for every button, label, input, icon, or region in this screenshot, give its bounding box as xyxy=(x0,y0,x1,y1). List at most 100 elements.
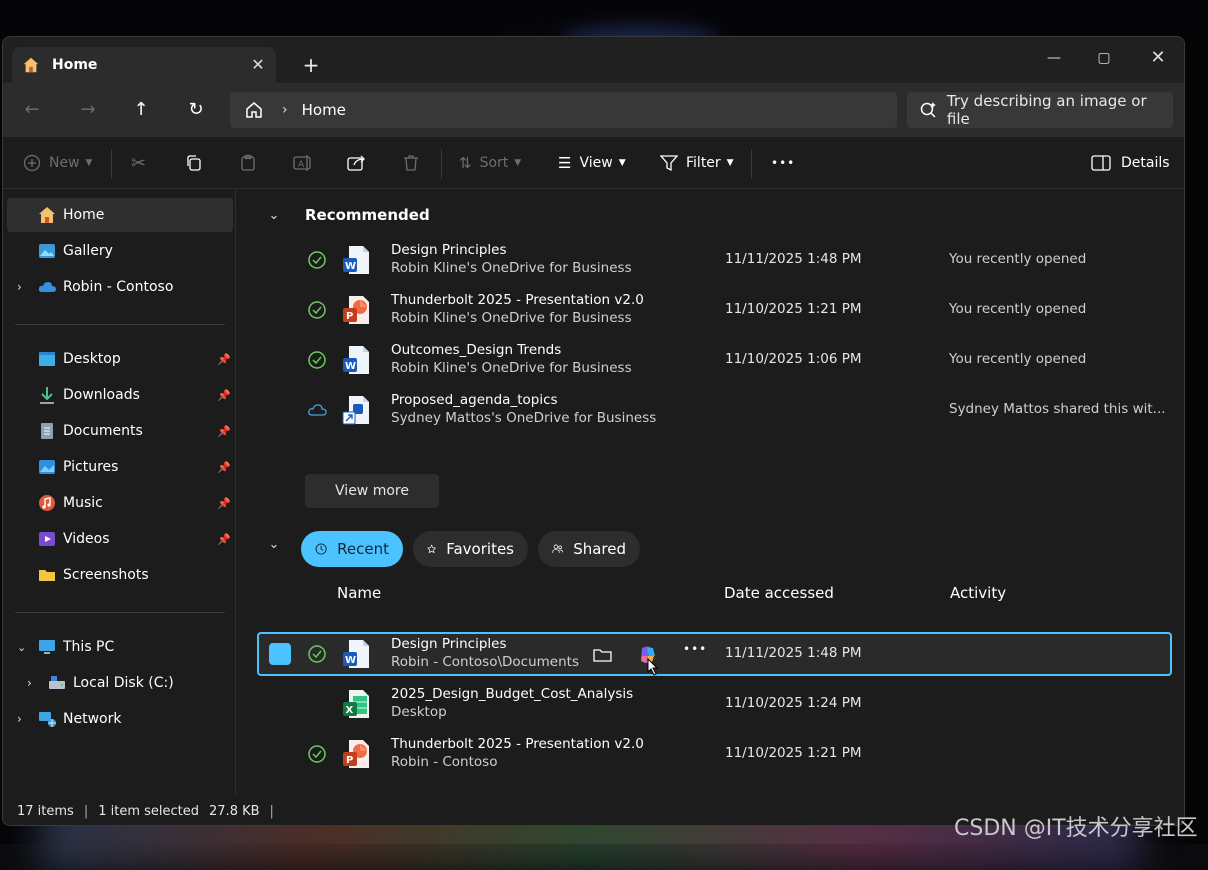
folder-icon xyxy=(39,570,55,581)
svg-text:W: W xyxy=(345,361,356,372)
item-count: 17 items xyxy=(17,803,74,819)
chevron-right-icon[interactable]: › xyxy=(17,280,22,294)
close-window-button[interactable]: ✕ xyxy=(1135,43,1181,73)
svg-text:W: W xyxy=(345,261,356,272)
pin-icon[interactable]: 📌 xyxy=(217,533,231,546)
open-folder-location-icon[interactable] xyxy=(592,644,614,666)
file-date: 11/10/2025 1:21 PM xyxy=(725,301,862,317)
share-icon[interactable] xyxy=(347,137,367,189)
delete-icon[interactable] xyxy=(403,137,419,189)
sidebar-item-screenshots[interactable]: Screenshots xyxy=(7,558,233,592)
documents-icon xyxy=(41,423,53,439)
chevron-right-icon[interactable]: › xyxy=(17,712,22,726)
selection-size: 27.8 KB xyxy=(209,803,260,819)
tab-recent[interactable]: Recent xyxy=(301,531,403,567)
recommended-row[interactable]: W Outcomes_Design Trends Robin Kline's O… xyxy=(237,336,1184,386)
sidebar-item-label: This PC xyxy=(63,639,115,655)
new-tab-button[interactable]: + xyxy=(299,53,323,77)
sidebar-item-this-pc[interactable]: ⌄ This PC xyxy=(7,630,233,664)
tab-shared[interactable]: Shared xyxy=(538,531,640,567)
sidebar-item-desktop[interactable]: Desktop 📌 xyxy=(7,342,233,376)
file-activity: You recently opened xyxy=(949,251,1087,267)
column-header-activity[interactable]: Activity xyxy=(950,584,1006,602)
pin-icon[interactable]: 📌 xyxy=(217,425,231,438)
file-explorer-window: Home ✕ + — ▢ ✕ ← → ↑ ↻ › Home Try descri… xyxy=(2,36,1185,826)
chevron-right-icon[interactable]: › xyxy=(27,676,32,690)
sidebar-item-music[interactable]: Music 📌 xyxy=(7,486,233,520)
chevron-down-icon[interactable]: ⌄ xyxy=(17,641,26,654)
recommended-section-header[interactable]: ⌄ Recommended xyxy=(237,206,430,224)
sort-button[interactable]: ⇅ Sort ▼ xyxy=(459,137,521,189)
file-date: 11/11/2025 1:48 PM xyxy=(725,251,862,267)
pin-icon[interactable]: 📌 xyxy=(217,389,231,402)
paste-icon[interactable] xyxy=(239,137,257,189)
word-file-icon: W xyxy=(343,640,369,668)
sidebar-item-gallery[interactable]: Gallery xyxy=(7,234,233,268)
download-arrow-icon xyxy=(40,387,54,404)
sidebar-item-label: Local Disk (C:) xyxy=(73,675,174,691)
pin-icon[interactable]: 📌 xyxy=(217,353,231,366)
close-tab-icon[interactable]: ✕ xyxy=(248,55,268,75)
view-button[interactable]: ☰ View ▼ xyxy=(558,137,626,189)
tab-home[interactable]: Home ✕ xyxy=(12,47,276,83)
sidebar-item-local-disk[interactable]: › Local Disk (C:) xyxy=(7,666,233,700)
column-header-name[interactable]: Name xyxy=(337,584,381,602)
gallery-icon xyxy=(39,244,55,258)
maximize-button[interactable]: ▢ xyxy=(1081,43,1127,73)
file-location: Robin Kline's OneDrive for Business xyxy=(391,360,632,376)
sidebar-item-onedrive[interactable]: › Robin - Contoso xyxy=(7,270,233,304)
people-icon xyxy=(552,544,563,553)
file-activity: Sydney Mattos shared this wit... xyxy=(949,401,1166,417)
home-icon xyxy=(39,207,55,223)
sidebar-item-downloads[interactable]: Downloads 📌 xyxy=(7,378,233,412)
sidebar-item-videos[interactable]: Videos 📌 xyxy=(7,522,233,556)
file-date: 11/10/2025 1:21 PM xyxy=(725,745,862,761)
synced-check-icon xyxy=(308,301,326,319)
back-arrow-icon[interactable]: ← xyxy=(17,95,47,125)
details-pane-icon xyxy=(1091,155,1111,171)
forward-arrow-icon[interactable]: → xyxy=(73,95,103,125)
toolbar-divider xyxy=(751,149,752,179)
pin-icon[interactable]: 📌 xyxy=(217,461,231,474)
sidebar-item-pictures[interactable]: Pictures 📌 xyxy=(7,450,233,484)
tab-label: Favorites xyxy=(446,540,514,558)
sidebar-item-home[interactable]: Home xyxy=(7,198,233,232)
toolbar-divider xyxy=(111,149,112,179)
breadcrumb[interactable]: › Home xyxy=(230,92,897,128)
selection-count: 1 item selected xyxy=(98,803,200,819)
chevron-down-icon[interactable]: ⌄ xyxy=(259,537,289,552)
minimize-button[interactable]: — xyxy=(1031,43,1077,73)
chevron-down-icon[interactable]: ⌄ xyxy=(259,208,289,223)
breadcrumb-home-icon[interactable] xyxy=(244,100,264,120)
up-arrow-icon[interactable]: ↑ xyxy=(126,95,156,125)
command-bar: New ▼ ✂ A ⇅ Sort ▼ ☰ View ▼ Filter ▼ ••• Det… xyxy=(3,137,1184,189)
more-options-button[interactable]: ••• xyxy=(771,137,795,189)
new-button[interactable]: New ▼ xyxy=(23,137,92,189)
pin-icon[interactable]: 📌 xyxy=(217,497,231,510)
cut-icon[interactable]: ✂ xyxy=(131,137,146,189)
recent-row[interactable]: W Design Principles Robin - Contoso\Docu… xyxy=(237,630,1184,680)
details-button[interactable]: Details xyxy=(1091,137,1170,189)
view-more-button[interactable]: View more xyxy=(305,474,439,508)
filter-button[interactable]: Filter ▼ xyxy=(660,137,734,189)
recent-row[interactable]: X 2025_Design_Budget_Cost_Analysis Deskt… xyxy=(237,680,1184,730)
file-date: 11/11/2025 1:48 PM xyxy=(725,645,862,661)
file-name: 2025_Design_Budget_Cost_Analysis xyxy=(391,686,634,702)
recent-section-toggle[interactable]: ⌄ xyxy=(237,537,289,552)
sidebar-item-network[interactable]: › Network xyxy=(7,702,233,736)
rename-icon[interactable]: A xyxy=(293,137,313,189)
refresh-icon[interactable]: ↻ xyxy=(181,95,211,125)
search-box[interactable]: Try describing an image or file xyxy=(907,92,1173,128)
breadcrumb-current[interactable]: Home xyxy=(302,101,346,119)
tab-favorites[interactable]: Favorites xyxy=(413,531,528,567)
recommended-row[interactable]: W Design Principles Robin Kline's OneDri… xyxy=(237,236,1184,286)
recommended-row[interactable]: Proposed_agenda_topics Sydney Mattos's O… xyxy=(237,386,1184,436)
sidebar-item-documents[interactable]: Documents 📌 xyxy=(7,414,233,448)
copy-icon[interactable] xyxy=(185,137,203,189)
chevron-right-icon: › xyxy=(282,102,288,118)
column-header-date[interactable]: Date accessed xyxy=(724,584,834,602)
more-actions-icon[interactable]: ••• xyxy=(683,642,707,664)
recommended-row[interactable]: P Thunderbolt 2025 - Presentation v2.0 R… xyxy=(237,286,1184,336)
details-label: Details xyxy=(1121,155,1170,171)
recent-row[interactable]: P Thunderbolt 2025 - Presentation v2.0 R… xyxy=(237,730,1184,780)
